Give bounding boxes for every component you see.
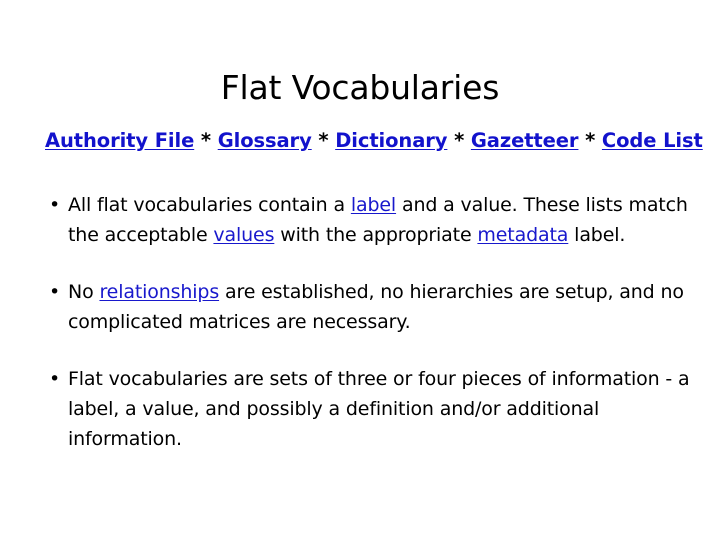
inline-term-link-relationships[interactable]: relationships xyxy=(99,281,219,303)
vocabulary-type-link-code-list[interactable]: Code List xyxy=(602,129,703,152)
text-run: Flat vocabularies are sets of three or f… xyxy=(68,368,690,450)
text-run: label. xyxy=(568,224,626,246)
list-item: • No relationships are established, no hi… xyxy=(45,277,690,337)
text-run: No xyxy=(68,281,100,303)
list-item: • Flat vocabularies are sets of three or … xyxy=(45,364,690,454)
list-item-text: Flat vocabularies are sets of three or f… xyxy=(68,364,690,454)
list-item-text: No relationships are established, no hie… xyxy=(68,277,690,337)
bullet-marker-icon: • xyxy=(49,281,61,303)
list-item-text: All flat vocabularies contain a label an… xyxy=(68,190,690,250)
heading-separator: * xyxy=(578,129,602,152)
vocabulary-type-link-authority-file[interactable]: Authority File xyxy=(45,129,194,152)
heading-separator: * xyxy=(447,129,471,152)
text-run: with the appropriate xyxy=(274,224,478,246)
page-title: Flat Vocabularies xyxy=(220,68,500,108)
inline-term-link-metadata[interactable]: metadata xyxy=(477,224,568,246)
inline-term-link-label[interactable]: label xyxy=(351,194,396,216)
vocabulary-types-heading: Authority File * Glossary * Dictionary *… xyxy=(45,128,703,154)
presentation-slide: Flat Vocabularies Authority File * Gloss… xyxy=(0,0,720,540)
bullet-list: • All flat vocabularies contain a label a… xyxy=(45,190,690,454)
list-item: • All flat vocabularies contain a label a… xyxy=(45,190,690,250)
vocabulary-type-link-glossary[interactable]: Glossary xyxy=(218,129,312,152)
vocabulary-type-link-dictionary[interactable]: Dictionary xyxy=(335,129,447,152)
heading-separator: * xyxy=(311,129,336,152)
bullet-marker-icon: • xyxy=(49,368,61,390)
bullet-marker-icon: • xyxy=(49,194,61,216)
text-run: All flat vocabularies contain a xyxy=(68,194,351,216)
inline-term-link-values[interactable]: values xyxy=(213,224,274,246)
heading-separator: * xyxy=(194,129,218,152)
vocabulary-type-link-gazetteer[interactable]: Gazetteer xyxy=(471,129,579,152)
